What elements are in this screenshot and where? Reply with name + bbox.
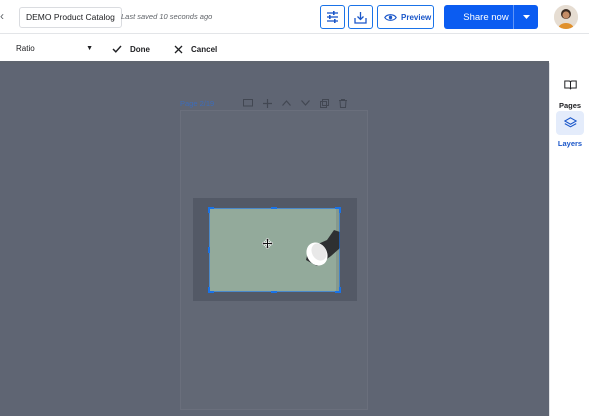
comment-icon[interactable] [242, 98, 254, 108]
close-icon [174, 45, 183, 53]
crop-handle-top[interactable] [271, 207, 277, 209]
download-button[interactable] [348, 5, 373, 29]
cancel-label: Cancel [191, 44, 218, 54]
preview-label: Preview [401, 12, 432, 22]
caret-down-icon [522, 15, 530, 19]
avatar-image [554, 5, 578, 29]
crop-frame [209, 208, 340, 292]
editor-canvas: Page 2/19 [0, 77, 549, 416]
move-cursor-icon [262, 238, 273, 249]
crop-handle-bottom-right-v[interactable] [339, 287, 341, 293]
crop-handle-left[interactable] [208, 247, 210, 253]
sliders-icon [327, 11, 338, 23]
download-icon [354, 11, 367, 24]
add-page-icon[interactable] [261, 98, 273, 108]
crop-handle-bottom-left-v[interactable] [208, 287, 210, 293]
page-label: Page 2/19 [180, 98, 215, 108]
back-icon[interactable]: ‹ [0, 9, 6, 23]
page-toolbar: Page 2/19 [180, 97, 370, 109]
ratio-select[interactable]: Ratio ▼ [16, 44, 96, 53]
preview-button[interactable]: Preview [377, 5, 434, 29]
pages-label: Pages [558, 101, 582, 110]
ratio-label: Ratio [16, 44, 35, 53]
crop-toolbar: Ratio ▼ Done Cancel [0, 35, 549, 64]
layers-icon [563, 117, 577, 128]
rail-item-pages[interactable]: Pages [550, 73, 589, 110]
eye-icon [384, 13, 397, 21]
duplicate-icon[interactable] [318, 98, 330, 108]
layers-label: Layers [557, 139, 583, 148]
share-options-button[interactable] [513, 5, 538, 29]
check-icon [112, 45, 122, 53]
canvas-divider [0, 64, 549, 77]
crop-handle-top-right-v[interactable] [339, 207, 341, 213]
settings-button[interactable] [320, 5, 345, 29]
avatar[interactable] [554, 5, 578, 29]
cancel-button[interactable]: Cancel [174, 42, 217, 56]
crop-region[interactable] [193, 198, 357, 301]
pages-icon-box [556, 73, 584, 97]
delete-icon[interactable] [337, 98, 349, 108]
rail-item-layers[interactable]: Layers [550, 111, 589, 148]
crop-handle-top-left-v[interactable] [208, 207, 210, 213]
done-button[interactable]: Done [112, 42, 150, 56]
top-bar: ‹ DEMO Product Catalog Last saved 10 sec… [0, 0, 589, 34]
right-rail: Pages Layers [549, 63, 589, 416]
document-title[interactable]: DEMO Product Catalog [19, 7, 122, 28]
move-up-icon[interactable] [280, 98, 292, 108]
share-button[interactable]: Share now [444, 5, 538, 29]
layers-icon-box [556, 111, 584, 135]
saved-status: Last saved 10 seconds ago [121, 12, 213, 21]
crop-handle-bottom[interactable] [271, 291, 277, 293]
book-icon [563, 80, 577, 90]
caret-down-icon: ▼ [86, 45, 93, 52]
done-label: Done [130, 44, 150, 54]
move-down-icon[interactable] [299, 98, 311, 108]
